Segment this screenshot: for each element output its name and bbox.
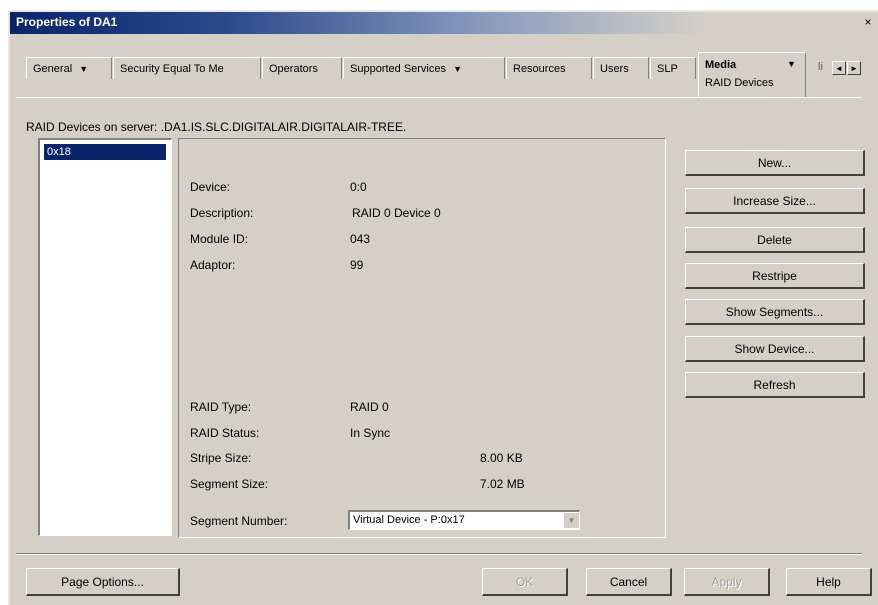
help-button[interactable]: Help — [786, 568, 872, 596]
raid-device-list[interactable]: 0x18 — [38, 138, 172, 536]
stripe-size-value: 8.00 KB — [480, 451, 523, 465]
device-value: 0:0 — [350, 180, 367, 194]
close-icon[interactable]: × — [860, 15, 876, 29]
list-item[interactable]: 0x18 — [44, 144, 166, 160]
description-label: Description: — [190, 206, 254, 220]
raid-devices-header: RAID Devices on server: .DA1.IS.SLC.DIGI… — [26, 120, 407, 134]
tab-security-label: Security Equal To Me — [120, 63, 224, 75]
raid-type-value: RAID 0 — [350, 400, 389, 414]
chevron-down-icon[interactable]: ▼ — [563, 512, 579, 528]
segment-size-label: Segment Size: — [190, 477, 269, 491]
tab-operators-label: Operators — [269, 63, 318, 75]
tab-users-label: Users — [600, 63, 629, 75]
tab-page-divider — [16, 97, 862, 98]
device-label: Device: — [190, 180, 231, 194]
description-value: RAID 0 Device 0 — [352, 206, 441, 220]
tab-media-sublabel: RAID Devices — [705, 77, 774, 89]
refresh-button[interactable]: Refresh — [685, 372, 865, 398]
tab-resources-label: Resources — [513, 63, 566, 75]
tab-slp[interactable]: SLP — [650, 57, 696, 79]
adaptor-label: Adaptor: — [190, 258, 236, 272]
tab-operators[interactable]: Operators — [262, 57, 342, 79]
tab-scroll-arrows: ◄ ► — [832, 60, 862, 75]
show-segments-button[interactable]: Show Segments... — [685, 299, 865, 325]
tab-slp-label: SLP — [657, 63, 678, 75]
module-id-label: Module ID: — [190, 232, 249, 246]
segment-number-label: Segment Number: — [190, 514, 288, 528]
chevron-down-icon[interactable]: ▼ — [787, 59, 796, 69]
chevron-down-icon: ▼ — [453, 64, 462, 74]
tab-general-label: General — [33, 63, 73, 75]
segment-size-value: 7.02 MB — [480, 477, 525, 491]
delete-button[interactable]: Delete — [685, 227, 865, 253]
title-bar[interactable]: Properties of DA1 × — [10, 12, 878, 34]
ok-button[interactable]: OK — [482, 568, 568, 596]
raid-status-value: In Sync — [350, 426, 391, 440]
chevron-down-icon: ▼ — [79, 64, 89, 74]
new-button[interactable]: New... — [685, 150, 865, 176]
tab-users[interactable]: Users — [593, 57, 649, 79]
footer-divider-highlight — [16, 554, 862, 555]
raid-status-label: RAID Status: — [190, 426, 260, 440]
tab-media-label: Media — [705, 59, 737, 71]
segment-number-select[interactable]: Virtual Device - P:0x17 ▼ — [348, 510, 580, 530]
tab-overflow-partial[interactable]: li — [818, 61, 823, 73]
show-device-button[interactable]: Show Device... — [685, 336, 865, 362]
scroll-left-icon[interactable]: ◄ — [832, 61, 846, 75]
scroll-right-icon[interactable]: ► — [847, 61, 861, 75]
stripe-size-label: Stripe Size: — [190, 451, 252, 465]
raid-type-label: RAID Type: — [190, 400, 252, 414]
cancel-button[interactable]: Cancel — [586, 568, 672, 596]
tab-supported-services-label: Supported Services — [350, 63, 446, 75]
tab-general[interactable]: General ▼ — [26, 57, 112, 79]
apply-button[interactable]: Apply — [684, 568, 770, 596]
tab-resources[interactable]: Resources — [506, 57, 592, 79]
window-title: Properties of DA1 — [16, 15, 118, 29]
tab-media[interactable]: Media ▼ RAID Devices — [698, 52, 806, 98]
tab-security-equal-to-me[interactable]: Security Equal To Me — [113, 57, 261, 79]
page-options-button[interactable]: Page Options... — [26, 568, 180, 596]
module-id-value: 043 — [350, 232, 371, 246]
restripe-button[interactable]: Restripe — [685, 263, 865, 289]
tab-supported-services[interactable]: Supported Services ▼ — [343, 57, 505, 79]
increase-size-button[interactable]: Increase Size... — [685, 188, 865, 214]
adaptor-value: 99 — [350, 258, 364, 272]
segment-number-value: Virtual Device - P:0x17 — [353, 514, 465, 526]
